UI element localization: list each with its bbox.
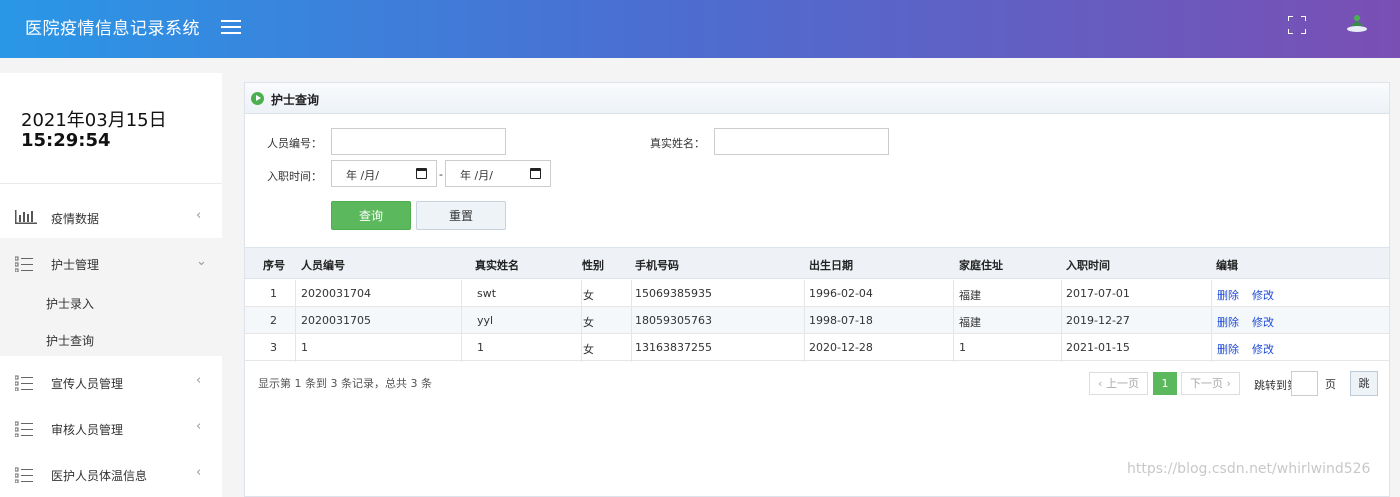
pagination-info: 显示第 1 条到 3 条记录，总共 3 条 — [258, 377, 432, 390]
column-header: 性别 — [582, 259, 604, 272]
column-header: 出生日期 — [809, 259, 853, 272]
staff-id-label: 人员编号： — [267, 137, 322, 150]
cell-phone: 18059305763 — [635, 314, 712, 327]
calendar-icon[interactable] — [416, 168, 427, 179]
cell-index: 1 — [270, 287, 277, 300]
cell-hire-date: 2021-01-15 — [1066, 341, 1130, 354]
cell-real-name: yyl — [477, 314, 494, 327]
hire-date-end-input[interactable]: 年 /月/ — [445, 160, 551, 187]
sidebar-item-review-staff[interactable]: 审核人员管理 ‹ — [0, 406, 222, 452]
table-row: 2 2020031705 yyl 女 18059305763 1998-07-1… — [245, 307, 1389, 334]
cell-address: 福建 — [959, 289, 981, 302]
hire-date-label: 入职时间： — [267, 170, 322, 183]
list-icon — [15, 467, 33, 483]
calendar-icon[interactable] — [530, 168, 541, 179]
sidebar-item-label: 疫情数据 — [51, 212, 100, 226]
column-header: 编辑 — [1216, 259, 1238, 272]
cell-birth-date: 1996-02-04 — [809, 287, 873, 300]
cell-hire-date: 2017-07-01 — [1066, 287, 1130, 300]
sidebar-subitem-nurse-entry[interactable]: 护士录入 — [46, 295, 94, 312]
real-name-input[interactable] — [714, 128, 889, 155]
reset-button[interactable]: 重置 — [416, 201, 506, 230]
menu-toggle-icon[interactable] — [221, 20, 241, 36]
query-button[interactable]: 查询 — [331, 201, 411, 230]
clock-panel: 2021年03月15日 15:29:54 — [0, 73, 222, 184]
goto-page-input[interactable] — [1291, 371, 1318, 396]
table-header: 序号 人员编号 真实姓名 性别 手机号码 出生日期 家庭住址 入职时间 编辑 — [245, 247, 1389, 279]
sidebar-item-label: 审核人员管理 — [51, 423, 124, 437]
list-icon — [15, 421, 33, 437]
chevron-left-icon: ‹ — [196, 465, 202, 480]
cell-phone: 13163837255 — [635, 341, 712, 354]
user-avatar-icon[interactable] — [1344, 9, 1370, 35]
sidebar-item-nurse-management[interactable]: 护士管理 ⌄ — [0, 241, 222, 287]
sidebar-item-label: 医护人员体温信息 — [51, 469, 148, 483]
cell-address: 福建 — [959, 316, 981, 329]
range-separator: - — [439, 168, 443, 181]
sidebar-item-publicity-staff[interactable]: 宣传人员管理 ‹ — [0, 360, 222, 406]
list-icon — [15, 375, 33, 391]
sidebar-item-temperature-info[interactable]: 医护人员体温信息 ‹ — [0, 452, 222, 497]
cell-gender: 女 — [583, 289, 594, 302]
top-header: 医院疫情信息记录系统 — [0, 0, 1400, 58]
column-header: 家庭住址 — [959, 259, 1003, 272]
chevron-left-icon: ‹ — [196, 208, 202, 223]
chevron-left-icon: ‹ — [196, 419, 202, 434]
column-header: 手机号码 — [635, 259, 679, 272]
cell-index: 3 — [270, 341, 277, 354]
cell-staff-id: 2020031705 — [301, 314, 371, 327]
sidebar-subitem-nurse-query[interactable]: 护士查询 — [46, 332, 94, 349]
edit-link[interactable]: 修改 — [1252, 287, 1274, 303]
clock-date: 2021年03月15日 — [21, 110, 167, 131]
cell-birth-date: 1998-07-18 — [809, 314, 873, 327]
staff-id-input[interactable] — [331, 128, 506, 155]
page-unit-label: 页 — [1325, 378, 1336, 391]
sidebar: 2021年03月15日 15:29:54 疫情数据 ‹ 护士管理 ⌄ 护士录入 … — [0, 58, 222, 497]
cell-staff-id: 1 — [301, 341, 308, 354]
page-1-button[interactable]: 1 — [1153, 372, 1177, 395]
edit-link[interactable]: 修改 — [1252, 341, 1274, 357]
cell-gender: 女 — [583, 343, 594, 356]
cell-real-name: swt — [477, 287, 497, 300]
cell-hire-date: 2019-12-27 — [1066, 314, 1130, 327]
table-row: 3 1 1 女 13163837255 2020-12-28 1 2021-01… — [245, 334, 1389, 361]
column-header: 序号 — [263, 259, 285, 272]
sidebar-item-label: 宣传人员管理 — [51, 377, 124, 391]
sidebar-item-epidemic-data[interactable]: 疫情数据 ‹ — [0, 195, 222, 241]
panel-title: 护士查询 — [271, 93, 320, 107]
delete-link[interactable]: 删除 — [1217, 287, 1239, 303]
list-icon — [15, 256, 33, 272]
cell-phone: 15069385935 — [635, 287, 712, 300]
cell-address: 1 — [959, 341, 966, 354]
cell-staff-id: 2020031704 — [301, 287, 371, 300]
play-circle-icon — [251, 92, 264, 105]
clock-time: 15:29:54 — [21, 130, 111, 151]
column-header: 入职时间 — [1066, 259, 1110, 272]
real-name-label: 真实姓名： — [650, 137, 705, 150]
prev-page-button[interactable]: ‹ 上一页 — [1089, 372, 1148, 395]
column-header: 人员编号 — [301, 259, 345, 272]
cell-real-name: 1 — [477, 341, 484, 354]
panel-header: 护士查询 — [245, 83, 1389, 114]
edit-link[interactable]: 修改 — [1252, 314, 1274, 330]
cell-birth-date: 2020-12-28 — [809, 341, 873, 354]
hire-date-start-input[interactable]: 年 /月/ — [331, 160, 437, 187]
date-placeholder: 年 /月/ — [346, 169, 379, 182]
next-page-button[interactable]: 下一页 › — [1181, 372, 1240, 395]
chevron-down-icon: ⌄ — [196, 254, 207, 269]
app-title: 医院疫情信息记录系统 — [25, 19, 200, 39]
table-row: 1 2020031704 swt 女 15069385935 1996-02-0… — [245, 280, 1389, 307]
date-placeholder: 年 /月/ — [460, 169, 493, 182]
cell-gender: 女 — [583, 316, 594, 329]
sidebar-item-label: 护士管理 — [51, 258, 100, 272]
delete-link[interactable]: 删除 — [1217, 314, 1239, 330]
column-header: 真实姓名 — [475, 259, 519, 272]
delete-link[interactable]: 删除 — [1217, 341, 1239, 357]
watermark: https://blog.csdn.net/whirlwind526 — [1127, 461, 1371, 477]
chevron-left-icon: ‹ — [196, 373, 202, 388]
goto-button[interactable]: 跳 — [1350, 371, 1378, 396]
cell-index: 2 — [270, 314, 277, 327]
fullscreen-icon[interactable] — [1288, 16, 1306, 34]
bar-chart-icon — [15, 210, 37, 224]
